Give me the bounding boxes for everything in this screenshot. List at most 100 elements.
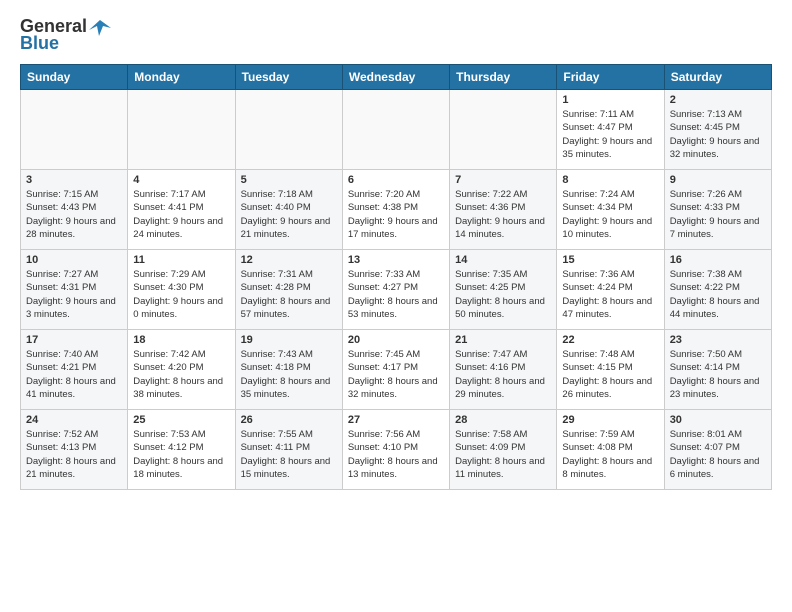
day-number: 28 (455, 414, 551, 426)
day-number: 29 (562, 414, 658, 426)
day-header-thursday: Thursday (450, 65, 557, 90)
day-info: Sunrise: 7:33 AM Sunset: 4:27 PM Dayligh… (348, 268, 444, 321)
day-info: Sunrise: 7:18 AM Sunset: 4:40 PM Dayligh… (241, 188, 337, 241)
calendar-day-3: 3Sunrise: 7:15 AM Sunset: 4:43 PM Daylig… (21, 170, 128, 250)
day-number: 15 (562, 254, 658, 266)
day-number: 27 (348, 414, 444, 426)
day-number: 11 (133, 254, 229, 266)
day-info: Sunrise: 7:24 AM Sunset: 4:34 PM Dayligh… (562, 188, 658, 241)
calendar-week-2: 10 Sunrise: 7:27 AM Sunset: 4:31 PM Dayli… (21, 250, 772, 330)
day-number: 6 (348, 174, 444, 186)
calendar-day-10: 10 Sunrise: 7:27 AM Sunset: 4:31 PM Dayli… (21, 250, 128, 330)
day-info: Sunrise: 7:48 AM Sunset: 4:15 PM Dayligh… (562, 348, 658, 401)
calendar-week-0: 1 Sunrise: 7:11 AM Sunset: 4:47 PM Daylig… (21, 90, 772, 170)
day-info: Sunrise: 7:56 AM Sunset: 4:10 PM Dayligh… (348, 428, 444, 481)
day-number: 30 (670, 414, 766, 426)
day-info: Sunrise: 7:11 AM Sunset: 4:47 PM Dayligh… (562, 108, 658, 161)
day-number: 9 (670, 174, 766, 186)
calendar-day-5: 5 Sunrise: 7:18 AM Sunset: 4:40 PM Daylig… (235, 170, 342, 250)
calendar-day-23: 23 Sunrise: 7:50 AM Sunset: 4:14 PM Dayli… (664, 330, 771, 410)
day-number: 18 (133, 334, 229, 346)
calendar-day-4: 4 Sunrise: 7:17 AM Sunset: 4:41 PM Daylig… (128, 170, 235, 250)
calendar-day-empty (21, 90, 128, 170)
calendar-day-19: 19 Sunrise: 7:43 AM Sunset: 4:18 PM Dayli… (235, 330, 342, 410)
day-number: 5 (241, 174, 337, 186)
day-info: Sunrise: 7:59 AM Sunset: 4:08 PM Dayligh… (562, 428, 658, 481)
calendar-day-26: 26 Sunrise: 7:55 AM Sunset: 4:11 PM Dayli… (235, 410, 342, 490)
calendar-day-24: 24Sunrise: 7:52 AM Sunset: 4:13 PM Dayli… (21, 410, 128, 490)
day-info: Sunrise: 7:47 AM Sunset: 4:16 PM Dayligh… (455, 348, 551, 401)
logo: General Blue (20, 16, 111, 54)
day-number: 2 (670, 94, 766, 106)
day-info: Sunrise: 8:01 AM Sunset: 4:07 PM Dayligh… (670, 428, 766, 481)
calendar-day-6: 6 Sunrise: 7:20 AM Sunset: 4:38 PM Daylig… (342, 170, 449, 250)
calendar-body: 1 Sunrise: 7:11 AM Sunset: 4:47 PM Daylig… (21, 90, 772, 490)
calendar-day-9: 9Sunrise: 7:26 AM Sunset: 4:33 PM Daylig… (664, 170, 771, 250)
calendar-day-13: 13 Sunrise: 7:33 AM Sunset: 4:27 PM Dayli… (342, 250, 449, 330)
calendar-day-11: 11 Sunrise: 7:29 AM Sunset: 4:30 PM Dayli… (128, 250, 235, 330)
day-number: 8 (562, 174, 658, 186)
day-number: 22 (562, 334, 658, 346)
calendar-day-22: 22 Sunrise: 7:48 AM Sunset: 4:15 PM Dayli… (557, 330, 664, 410)
day-header-monday: Monday (128, 65, 235, 90)
calendar-day-25: 25 Sunrise: 7:53 AM Sunset: 4:12 PM Dayli… (128, 410, 235, 490)
calendar-day-1: 1 Sunrise: 7:11 AM Sunset: 4:47 PM Daylig… (557, 90, 664, 170)
day-number: 4 (133, 174, 229, 186)
day-header-tuesday: Tuesday (235, 65, 342, 90)
day-info: Sunrise: 7:17 AM Sunset: 4:41 PM Dayligh… (133, 188, 229, 241)
calendar-day-15: 15Sunrise: 7:36 AM Sunset: 4:24 PM Dayli… (557, 250, 664, 330)
calendar-day-29: 29 Sunrise: 7:59 AM Sunset: 4:08 PM Dayli… (557, 410, 664, 490)
day-info: Sunrise: 7:43 AM Sunset: 4:18 PM Dayligh… (241, 348, 337, 401)
day-info: Sunrise: 7:22 AM Sunset: 4:36 PM Dayligh… (455, 188, 551, 241)
day-info: Sunrise: 7:29 AM Sunset: 4:30 PM Dayligh… (133, 268, 229, 321)
day-header-sunday: Sunday (21, 65, 128, 90)
day-info: Sunrise: 7:42 AM Sunset: 4:20 PM Dayligh… (133, 348, 229, 401)
day-number: 13 (348, 254, 444, 266)
header: General Blue (20, 16, 772, 54)
calendar-week-4: 24Sunrise: 7:52 AM Sunset: 4:13 PM Dayli… (21, 410, 772, 490)
calendar-day-8: 8 Sunrise: 7:24 AM Sunset: 4:34 PM Daylig… (557, 170, 664, 250)
calendar-day-14: 14Sunrise: 7:35 AM Sunset: 4:25 PM Dayli… (450, 250, 557, 330)
day-info: Sunrise: 7:40 AM Sunset: 4:21 PM Dayligh… (26, 348, 122, 401)
logo-bird-icon (89, 18, 111, 36)
day-info: Sunrise: 7:38 AM Sunset: 4:22 PM Dayligh… (670, 268, 766, 321)
day-number: 23 (670, 334, 766, 346)
day-number: 21 (455, 334, 551, 346)
calendar-day-empty (235, 90, 342, 170)
day-number: 17 (26, 334, 122, 346)
calendar-day-12: 12Sunrise: 7:31 AM Sunset: 4:28 PM Dayli… (235, 250, 342, 330)
day-number: 25 (133, 414, 229, 426)
day-number: 3 (26, 174, 122, 186)
calendar-week-3: 17 Sunrise: 7:40 AM Sunset: 4:21 PM Dayli… (21, 330, 772, 410)
calendar-day-7: 7 Sunrise: 7:22 AM Sunset: 4:36 PM Daylig… (450, 170, 557, 250)
day-number: 19 (241, 334, 337, 346)
calendar-day-18: 18 Sunrise: 7:42 AM Sunset: 4:20 PM Dayli… (128, 330, 235, 410)
day-number: 1 (562, 94, 658, 106)
calendar-table: SundayMondayTuesdayWednesdayThursdayFrid… (20, 64, 772, 490)
calendar-day-20: 20Sunrise: 7:45 AM Sunset: 4:17 PM Dayli… (342, 330, 449, 410)
day-info: Sunrise: 7:20 AM Sunset: 4:38 PM Dayligh… (348, 188, 444, 241)
day-info: Sunrise: 7:55 AM Sunset: 4:11 PM Dayligh… (241, 428, 337, 481)
calendar-day-16: 16 Sunrise: 7:38 AM Sunset: 4:22 PM Dayli… (664, 250, 771, 330)
calendar-header: SundayMondayTuesdayWednesdayThursdayFrid… (21, 65, 772, 90)
calendar-day-21: 21 Sunrise: 7:47 AM Sunset: 4:16 PM Dayli… (450, 330, 557, 410)
calendar-day-empty (450, 90, 557, 170)
day-number: 7 (455, 174, 551, 186)
day-header-friday: Friday (557, 65, 664, 90)
day-info: Sunrise: 7:27 AM Sunset: 4:31 PM Dayligh… (26, 268, 122, 321)
page: General Blue SundayMondayTuesdayWednesda… (0, 0, 792, 510)
day-info: Sunrise: 7:50 AM Sunset: 4:14 PM Dayligh… (670, 348, 766, 401)
day-number: 16 (670, 254, 766, 266)
days-of-week-row: SundayMondayTuesdayWednesdayThursdayFrid… (21, 65, 772, 90)
day-info: Sunrise: 7:58 AM Sunset: 4:09 PM Dayligh… (455, 428, 551, 481)
day-number: 26 (241, 414, 337, 426)
calendar-day-27: 27 Sunrise: 7:56 AM Sunset: 4:10 PM Dayli… (342, 410, 449, 490)
calendar-day-empty (128, 90, 235, 170)
day-number: 10 (26, 254, 122, 266)
day-number: 14 (455, 254, 551, 266)
calendar-week-1: 3Sunrise: 7:15 AM Sunset: 4:43 PM Daylig… (21, 170, 772, 250)
day-number: 20 (348, 334, 444, 346)
day-info: Sunrise: 7:53 AM Sunset: 4:12 PM Dayligh… (133, 428, 229, 481)
calendar-day-2: 2Sunrise: 7:13 AM Sunset: 4:45 PM Daylig… (664, 90, 771, 170)
calendar-day-empty (342, 90, 449, 170)
